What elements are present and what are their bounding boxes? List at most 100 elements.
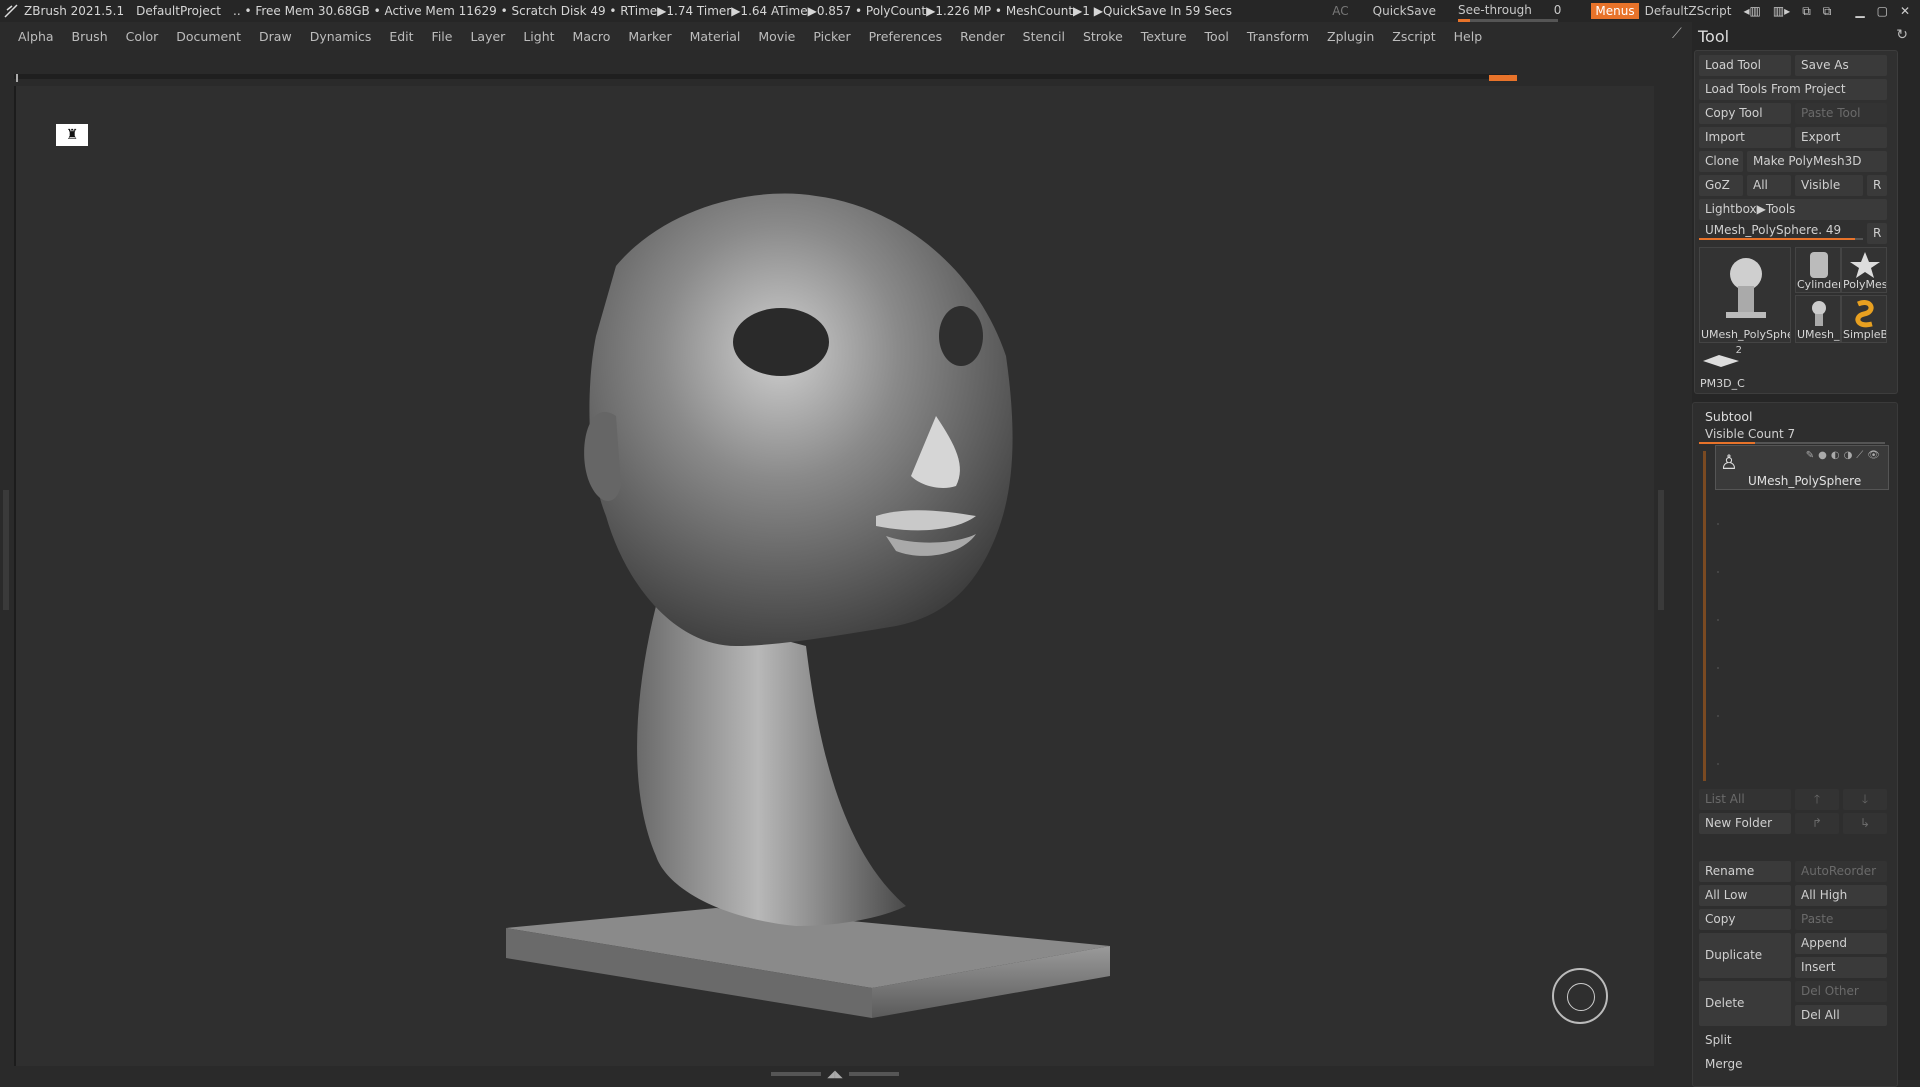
paste-subtool-button[interactable]: Paste: [1795, 909, 1887, 930]
move-up-arrow-icon[interactable]: 🡑: [1795, 789, 1839, 810]
folder-down-icon[interactable]: ↳: [1843, 813, 1887, 834]
tool-thumb-umesh-polysphere[interactable]: UMesh_PolySphe: [1699, 247, 1791, 343]
see-through-slider[interactable]: See-through 0: [1458, 3, 1573, 22]
menu-alpha[interactable]: Alpha: [18, 29, 54, 44]
import-button[interactable]: Import: [1699, 127, 1791, 148]
menu-light[interactable]: Light: [523, 29, 554, 44]
tool-thumb-umesh[interactable]: UMesh_: [1795, 295, 1841, 343]
all-high-button[interactable]: All High: [1795, 885, 1887, 906]
menu-macro[interactable]: Macro: [573, 29, 611, 44]
goz-r-button[interactable]: R: [1867, 175, 1887, 196]
ac-label[interactable]: AC: [1332, 4, 1348, 18]
menu-preferences[interactable]: Preferences: [869, 29, 943, 44]
pin-icon[interactable]: ⟋: [1672, 26, 1682, 42]
goz-visible-button[interactable]: Visible: [1795, 175, 1863, 196]
menu-color[interactable]: Color: [126, 29, 159, 44]
menu-file[interactable]: File: [432, 29, 453, 44]
restore-layout-icon[interactable]: ⧉: [1823, 4, 1832, 19]
split-menu[interactable]: Split: [1699, 1030, 1887, 1051]
menu-stroke[interactable]: Stroke: [1083, 29, 1123, 44]
del-all-button[interactable]: Del All: [1795, 1005, 1887, 1026]
clone-button[interactable]: Clone: [1699, 151, 1743, 172]
timeline-track[interactable]: [14, 74, 1517, 82]
save-as-button[interactable]: Save As: [1795, 55, 1887, 76]
navigation-gyro[interactable]: [1552, 968, 1608, 1024]
copy-subtool-button[interactable]: Copy: [1699, 909, 1791, 930]
visible-count-slider[interactable]: Visible Count 7: [1699, 425, 1885, 445]
expand-arrows-icon[interactable]: ◢◣: [827, 1069, 842, 1080]
minimize-icon[interactable]: ▁: [1855, 4, 1864, 18]
all-low-button[interactable]: All Low: [1699, 885, 1791, 906]
right-tray-handle[interactable]: [1658, 490, 1664, 610]
menu-draw[interactable]: Draw: [259, 29, 292, 44]
copy-tool-button[interactable]: Copy Tool: [1699, 103, 1791, 124]
subtool-item[interactable]: ♙ ✎●◐◑⟋👁 UMesh_PolySphere: [1715, 445, 1889, 490]
export-button[interactable]: Export: [1795, 127, 1887, 148]
stats-readout: .. • Free Mem 30.68GB • Active Mem 11629…: [233, 4, 1233, 18]
menu-marker[interactable]: Marker: [628, 29, 671, 44]
current-tool-r-button[interactable]: R: [1867, 223, 1887, 244]
zbrush-logo-icon: [4, 4, 18, 18]
load-tools-from-project-button[interactable]: Load Tools From Project: [1699, 79, 1887, 100]
subtool-toggle-icons[interactable]: ✎●◐◑⟋👁: [1806, 450, 1884, 461]
append-button[interactable]: Append: [1795, 933, 1887, 954]
menu-edit[interactable]: Edit: [389, 29, 413, 44]
menu-render[interactable]: Render: [960, 29, 1005, 44]
lightbox-tools-button[interactable]: Lightbox▶Tools: [1699, 199, 1887, 220]
make-polymesh3d-button[interactable]: Make PolyMesh3D: [1747, 151, 1887, 172]
current-tool-slider[interactable]: UMesh_PolySphere. 49: [1699, 221, 1863, 241]
tool-thumb-simplebrush[interactable]: SimpleB: [1841, 295, 1887, 343]
project-name: DefaultProject: [136, 4, 222, 18]
load-tool-button[interactable]: Load Tool: [1699, 55, 1791, 76]
refresh-icon[interactable]: ↻: [1896, 27, 1908, 43]
list-all-button[interactable]: List All: [1699, 789, 1791, 810]
menu-dynamics[interactable]: Dynamics: [310, 29, 372, 44]
left-tray-handle[interactable]: [3, 490, 9, 610]
menu-document[interactable]: Document: [176, 29, 241, 44]
rename-button[interactable]: Rename: [1699, 861, 1791, 882]
zscript-button[interactable]: DefaultZScript: [1645, 4, 1732, 18]
bottom-tray-handle[interactable]: ◢◣: [770, 1069, 900, 1080]
menu-transform[interactable]: Transform: [1247, 29, 1309, 44]
insert-button[interactable]: Insert: [1795, 957, 1887, 978]
close-icon[interactable]: ✕: [1900, 4, 1910, 18]
maximize-icon[interactable]: ▢: [1877, 4, 1888, 18]
tool-thumb-label: Cylinder: [1797, 278, 1841, 291]
menu-zscript[interactable]: Zscript: [1392, 29, 1435, 44]
menu-movie[interactable]: Movie: [758, 29, 795, 44]
menu-material[interactable]: Material: [690, 29, 741, 44]
new-folder-button[interactable]: New Folder: [1699, 813, 1791, 834]
goz-all-button[interactable]: All: [1747, 175, 1791, 196]
menu-zplugin[interactable]: Zplugin: [1327, 29, 1374, 44]
menus-toggle-button[interactable]: Menus: [1591, 3, 1639, 19]
subtool-list-scrollbar[interactable]: [1703, 451, 1706, 781]
autoreorder-button[interactable]: AutoReorder: [1795, 861, 1887, 882]
menu-texture[interactable]: Texture: [1141, 29, 1187, 44]
del-other-button[interactable]: Del Other: [1795, 981, 1887, 1002]
menu-picker[interactable]: Picker: [813, 29, 850, 44]
quicksave-button[interactable]: QuickSave: [1373, 4, 1436, 18]
sculpt-model-render: [506, 193, 1110, 1018]
menu-brush[interactable]: Brush: [72, 29, 108, 44]
menu-stencil[interactable]: Stencil: [1023, 29, 1065, 44]
timeline-position-marker[interactable]: [1489, 75, 1517, 81]
tool-thumb-polymesh-star[interactable]: PolyMes: [1841, 247, 1887, 293]
menu-help[interactable]: Help: [1454, 29, 1483, 44]
merge-menu[interactable]: Merge: [1699, 1054, 1887, 1075]
current-tool-label: UMesh_PolySphere. 49: [1705, 223, 1842, 237]
move-down-arrow-icon[interactable]: 🡓: [1843, 789, 1887, 810]
windows-icon[interactable]: ⧉: [1802, 4, 1811, 19]
layout-next-icon[interactable]: ▥▸: [1773, 4, 1790, 18]
layout-prev-icon[interactable]: ◂▥: [1743, 4, 1760, 18]
menu-tool[interactable]: Tool: [1205, 29, 1229, 44]
menu-layer[interactable]: Layer: [470, 29, 505, 44]
delete-button[interactable]: Delete: [1699, 981, 1791, 1026]
tool-thumb-cylinder[interactable]: Cylinder: [1795, 247, 1841, 293]
goz-button[interactable]: GoZ: [1699, 175, 1743, 196]
canvas-viewport[interactable]: ♜: [14, 86, 1654, 1066]
duplicate-button[interactable]: Duplicate: [1699, 933, 1791, 978]
paste-tool-button[interactable]: Paste Tool: [1795, 103, 1887, 124]
folder-up-icon[interactable]: ↱: [1795, 813, 1839, 834]
tool-thumb-pm3d[interactable]: 2 PM3D_C: [1699, 345, 1745, 391]
subtool-title[interactable]: Subtool: [1705, 409, 1752, 424]
